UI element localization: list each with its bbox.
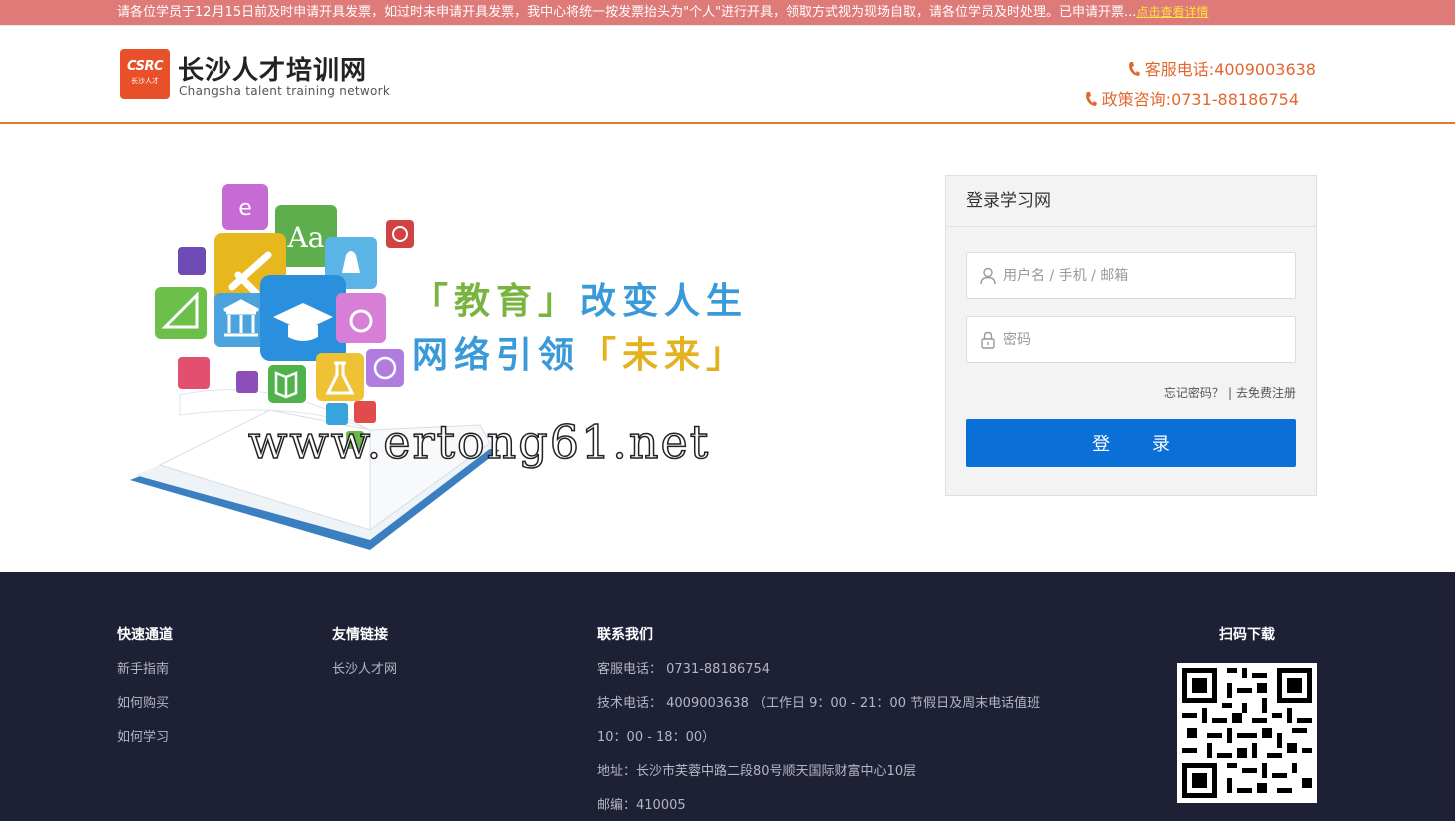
register-link[interactable]: 去免费注册 — [1236, 386, 1296, 400]
notice-bar: 请各位学员于12月15日前及时申请开具发票，如过时未申请开具发票，我中心将统一按… — [0, 0, 1455, 25]
footer-quick-title: 快速通道 — [117, 627, 173, 643]
notice-text: 请各位学员于12月15日前及时申请开具发票，如过时未申请开具发票，我中心将统一按… — [117, 5, 1137, 20]
footer-friend-title: 友情链接 — [332, 627, 388, 643]
id-card-icon — [236, 371, 258, 393]
logo-sub: 长沙人才 — [131, 77, 159, 85]
user-icon — [980, 267, 996, 285]
hierarchy-icon — [178, 357, 210, 389]
footer-contact-title: 联系我们 — [597, 627, 653, 643]
forgot-password-link[interactable]: 忘记密码？ — [1164, 386, 1224, 400]
watermark-text: www.ertong61.net — [247, 414, 711, 470]
slogan-change-life: 改变人生 — [580, 281, 749, 322]
phone-icon — [1085, 92, 1097, 106]
footer-link-how-to-buy[interactable]: 如何购买 — [117, 695, 173, 729]
footer-quick-links: 快速通道 新手指南 如何购买 如何学习 — [117, 624, 173, 763]
contact-postcode: 邮编：410005 — [597, 798, 686, 813]
svg-text:e: e — [238, 196, 252, 221]
contact-tech-phone: 技术电话： 4009003638 （工作日 9：00 - 21：00 节假日及周… — [597, 696, 1041, 711]
link-separator: | — [1227, 386, 1232, 400]
policy-phone-text: 政策咨询:0731-88186754 — [1101, 90, 1299, 109]
slogan-future: 「未来」 — [580, 335, 749, 376]
footer-link-changsha-talent[interactable]: 长沙人才网 — [332, 661, 397, 695]
site-title: 长沙人才培训网 — [178, 56, 368, 86]
username-field[interactable] — [966, 252, 1296, 299]
site-header: CSRC 长沙人才 长沙人才培训网 Changsha talent traini… — [0, 25, 1455, 124]
service-phone-text: 客服电话:4009003638 — [1144, 60, 1316, 79]
slogan-education: 「教育」 — [412, 281, 581, 322]
site-footer: 快速通道 新手指南 如何购买 如何学习 友情链接 长沙人才网 联系我们 客服电话… — [0, 572, 1455, 821]
login-title: 登录学习网 — [946, 176, 1316, 227]
lock-icon — [981, 331, 995, 349]
slogan-line-2: 网络引领「未来」 — [412, 326, 748, 378]
policy-phone: 政策咨询:0731-88186754 — [1085, 86, 1299, 110]
phone-icon — [1128, 62, 1140, 76]
palette-icon — [386, 220, 414, 248]
svg-text:Aa: Aa — [287, 221, 325, 254]
contact-service-phone: 客服电话： 0731-88186754 — [597, 662, 771, 677]
book-icon — [130, 389, 500, 550]
footer-friend-links: 友情链接 长沙人才网 — [332, 624, 397, 695]
login-panel: 登录学习网 忘记密码？| 去免费注册 登 录 — [945, 175, 1317, 496]
login-links: 忘记密码？ | 去免费注册 — [1164, 384, 1296, 401]
slogan-line-1: 「教育」改变人生 — [412, 272, 748, 324]
footer-qr-title: 扫码下载 — [1219, 627, 1275, 643]
site-subtitle: Changsha talent training network — [179, 84, 391, 98]
footer-qr: 扫码下载 — [1177, 624, 1317, 807]
footer-link-how-to-learn[interactable]: 如何学习 — [117, 729, 173, 763]
login-button[interactable]: 登 录 — [966, 419, 1296, 467]
notice-details-link[interactable]: 点击查看详情 — [1136, 5, 1208, 19]
password-input[interactable] — [1003, 317, 1288, 362]
microscope-icon — [336, 293, 386, 343]
service-phone: 客服电话:4009003638 — [1128, 56, 1316, 80]
footer-link-guide[interactable]: 新手指南 — [117, 661, 173, 695]
contact-tech-hours: 10：00 - 18：00） — [597, 730, 716, 745]
slogan-network-leads: 网络引领 — [412, 335, 581, 376]
logo-abbr: CSRC — [127, 59, 164, 74]
password-field[interactable] — [966, 316, 1296, 363]
footer-contact: 联系我们 客服电话： 0731-88186754 技术电话： 400900363… — [597, 624, 1040, 831]
contact-address: 地址：长沙市芙蓉中路二段80号顺天国际财富中心10层 — [597, 764, 917, 779]
book-search-icon — [178, 247, 206, 275]
username-input[interactable] — [1003, 253, 1288, 298]
qr-code-icon[interactable] — [1177, 663, 1317, 803]
globe-icon — [366, 349, 404, 387]
logo[interactable]: CSRC 长沙人才 — [120, 49, 170, 99]
